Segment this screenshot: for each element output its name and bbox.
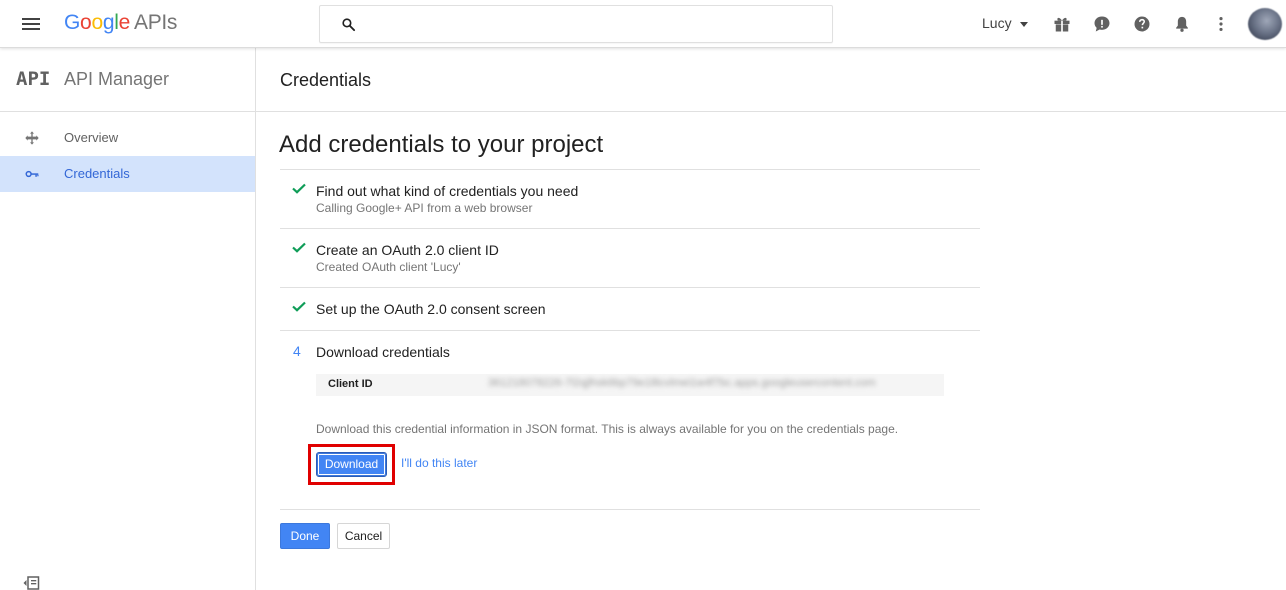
sidebar-header: API API Manager (0, 48, 255, 112)
top-app-bar: Google APIs Lucy (0, 0, 1286, 48)
search-icon[interactable] (341, 17, 356, 32)
search-box[interactable] (319, 5, 833, 43)
download-button[interactable]: Download (316, 452, 387, 477)
step-title: Find out what kind of credentials you ne… (316, 183, 579, 199)
gift-icon[interactable] (1052, 14, 1072, 34)
dropdown-caret-icon (1019, 21, 1028, 27)
download-description: Download this credential information in … (316, 422, 899, 436)
step-title: Create an OAuth 2.0 client ID (316, 242, 499, 258)
avatar[interactable] (1248, 8, 1282, 40)
check-icon (292, 183, 306, 194)
sidebar-item-label: Credentials (64, 166, 130, 181)
sidebar: API API Manager Overview Credentials (0, 48, 256, 590)
sidebar-title: API Manager (64, 69, 170, 89)
logo-letter: o (80, 11, 92, 34)
main-content: Credentials Add credentials to your proj… (256, 48, 1286, 590)
step-subtitle: Created OAuth client 'Lucy' (316, 260, 461, 274)
logo-letter: e (118, 11, 131, 34)
menu-icon[interactable] (20, 14, 44, 34)
feedback-icon[interactable] (1092, 14, 1112, 34)
section-heading: Add credentials to your project (279, 131, 604, 158)
client-id-row: Client ID 361218078226-7l2qjlhsk6bp79e1l… (316, 374, 944, 396)
logo-letter: G (64, 11, 81, 34)
page-header: Credentials (256, 48, 1286, 112)
step-3: Set up the OAuth 2.0 consent screen (280, 288, 980, 331)
sidebar-item-label: Overview (64, 130, 119, 145)
account-switcher[interactable]: Lucy (982, 15, 1028, 31)
cancel-button[interactable]: Cancel (337, 523, 390, 549)
client-id-label: Client ID (328, 378, 373, 390)
step-subtitle: Calling Google+ API from a web browser (316, 201, 533, 215)
client-id-value: 361218078226-7l2qjlhsk6bp79e1l8cvlmei1w4… (488, 377, 876, 389)
sidebar-item-credentials[interactable]: Credentials (0, 156, 255, 192)
check-icon (292, 242, 306, 253)
step-title: Download credentials (316, 344, 450, 360)
page-title: Credentials (280, 70, 372, 90)
search-input[interactable] (370, 14, 810, 34)
help-icon[interactable] (1132, 14, 1152, 34)
step-4: 4 Download credentials Client ID 3612180… (280, 331, 980, 510)
step-number: 4 (293, 343, 301, 359)
done-button[interactable]: Done (280, 523, 330, 549)
check-icon (292, 301, 306, 312)
logo-letter: o (91, 11, 103, 34)
step-1: Find out what kind of credentials you ne… (280, 170, 980, 229)
key-icon (25, 170, 39, 178)
sidebar-item-overview[interactable]: Overview (0, 120, 255, 156)
logo-letter: g (102, 11, 115, 34)
step-title: Set up the OAuth 2.0 consent screen (316, 301, 546, 317)
google-apis-logo[interactable]: Google APIs (64, 11, 177, 35)
api-logo-icon: API (16, 68, 51, 90)
do-this-later-link[interactable]: I'll do this later (401, 456, 477, 470)
credential-steps: Find out what kind of credentials you ne… (280, 169, 980, 510)
notifications-icon[interactable] (1172, 14, 1192, 34)
account-name: Lucy (982, 15, 1012, 31)
logo-apis-text: APIs (133, 11, 178, 34)
overview-icon (25, 131, 39, 145)
collapse-sidebar-icon[interactable] (22, 576, 40, 590)
step-2: Create an OAuth 2.0 client ID Created OA… (280, 229, 980, 288)
more-vert-icon[interactable] (1211, 14, 1231, 34)
